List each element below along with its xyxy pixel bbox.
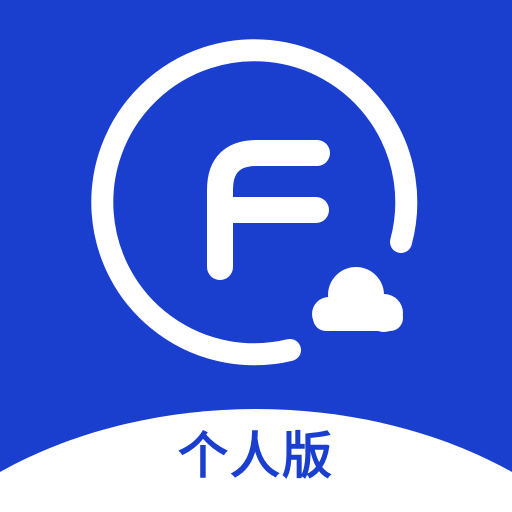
app-icon: 个人版 <box>0 0 512 512</box>
edition-label: 个人版 <box>178 427 334 485</box>
